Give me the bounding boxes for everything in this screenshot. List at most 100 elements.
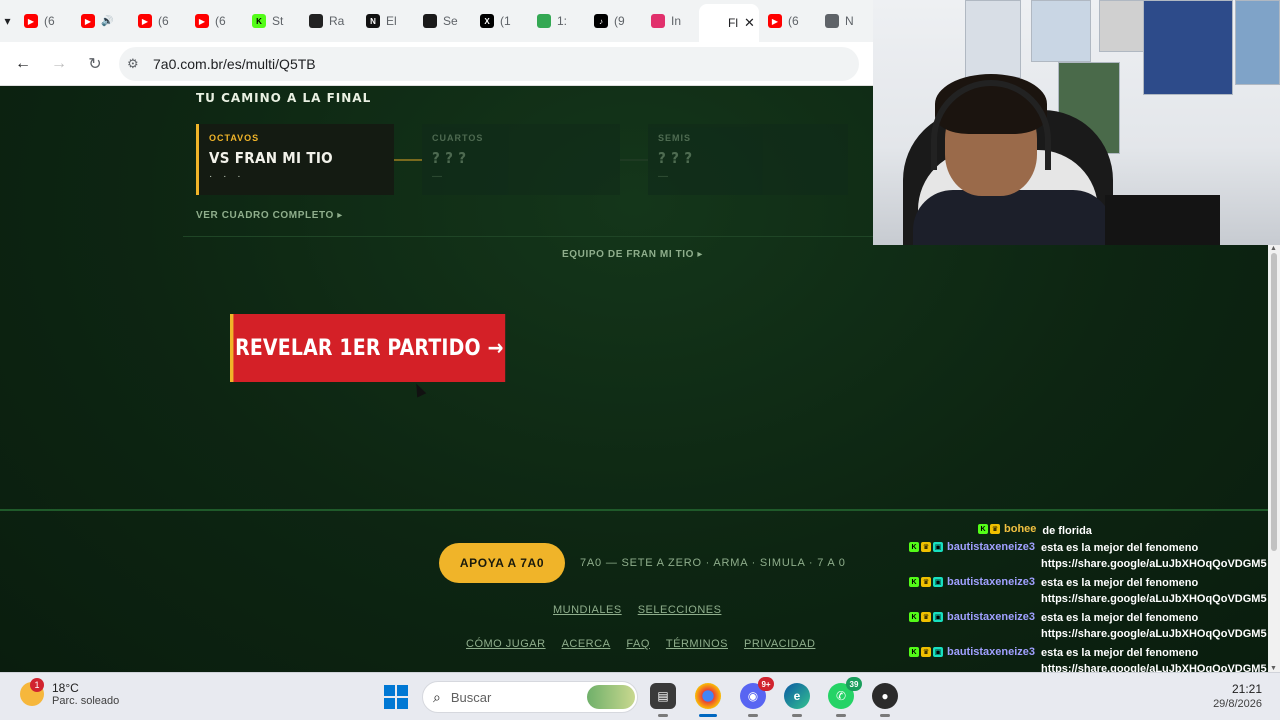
round-card-semis: SEMIS ? ? ? — <box>648 124 848 195</box>
footer-link-mundiales[interactable]: MUNDIALES <box>553 604 622 616</box>
reload-icon[interactable]: ↻ <box>77 46 113 82</box>
url-text[interactable]: 7a0.com.br/es/multi/Q5TB <box>153 56 316 72</box>
discord-badge: 9+ <box>758 677 774 691</box>
clock-date: 29/8/2026 <box>1213 698 1262 710</box>
browser-tab[interactable]: ▶ 🔊 <box>72 0 129 42</box>
file-explorer-icon[interactable]: ▤ <box>650 683 676 717</box>
tab-label: El <box>386 14 397 28</box>
chrome-icon[interactable] <box>695 683 721 717</box>
news-icon: N <box>366 14 380 28</box>
chat-text: de florida <box>1042 525 1092 537</box>
address-bar: ← → ↻ ⚙ 7a0.com.br/es/multi/Q5TB <box>0 42 873 86</box>
chat-text: esta es la mejor del fenomeno <box>1041 647 1199 659</box>
browser-tab[interactable]: Se <box>414 0 471 42</box>
chat-username: bautistaxeneize3 <box>947 576 1036 588</box>
chat-username: bautistaxeneize3 <box>947 541 1036 553</box>
windows-start-icon[interactable] <box>384 685 408 709</box>
support-button[interactable]: APOYA A 7A0 <box>439 543 565 583</box>
maps-pin-icon <box>537 14 551 28</box>
chat-text: esta es la mejor del fenomeno <box>1041 577 1199 589</box>
kick-icon: K <box>252 14 266 28</box>
scroll-down-icon[interactable]: ▼ <box>1270 665 1277 672</box>
site-info-icon[interactable]: ⚙ <box>127 56 147 72</box>
divider <box>183 236 873 237</box>
view-full-bracket-link[interactable]: VER CUADRO COMPLETO ▸ <box>196 210 343 221</box>
weather-notification-badge: 1 <box>30 678 44 692</box>
footer-link-como-jugar[interactable]: CÓMO JUGAR <box>466 638 546 650</box>
gift-badge-icon: ▣ <box>933 577 943 587</box>
footer-link-faq[interactable]: FAQ <box>626 638 650 650</box>
browser-tab[interactable]: K St <box>243 0 300 42</box>
chat-link: https://share.google/aLuJbXHOqQoVDGM5 <box>1041 593 1267 605</box>
obs-icon[interactable]: ● <box>872 683 898 717</box>
chat-link: https://share.google/aLuJbXHOqQoVDGM5 <box>1041 628 1267 640</box>
tab-label: (6 <box>788 14 799 28</box>
footer-link-selecciones[interactable]: SELECCIONES <box>638 604 722 616</box>
tab-label: (9 <box>614 14 625 28</box>
browser-tab[interactable]: Ra <box>300 0 357 42</box>
chat-username: bautistaxeneize3 <box>947 646 1036 658</box>
browser-tab[interactable]: ▶ (6 <box>759 0 816 42</box>
footer-link-acerca[interactable]: ACERCA <box>562 638 611 650</box>
footer-tagline: 7A0 — SETE A ZERO · ARMA · SIMULA · 7 A … <box>580 557 846 569</box>
search-icon: ⌕ <box>433 688 441 705</box>
gift-badge-icon: ▣ <box>933 612 943 622</box>
search-highlight-image <box>587 685 635 709</box>
tab-label: (6 <box>158 14 169 28</box>
chat-username: bohee <box>1004 523 1037 535</box>
page-scrollbar[interactable]: ▲ ▼ <box>1268 245 1280 672</box>
crown-badge-icon: ♛ <box>921 612 931 622</box>
round-opponent: ? ? ? <box>432 149 467 167</box>
discord-icon[interactable]: ◉ 9+ <box>740 677 774 717</box>
close-tab-icon[interactable]: ✕ <box>744 15 755 31</box>
chat-text: esta es la mejor del fenomeno <box>1041 542 1199 554</box>
round-label: SEMIS <box>658 133 692 143</box>
round-opponent: ? ? ? <box>658 149 693 167</box>
scroll-thumb[interactable] <box>1271 253 1277 551</box>
browser-tab[interactable]: ♪ (9 <box>585 0 642 42</box>
stream-chat: K ♛ bohee de florida K ♛ ▣ bautistaxeneize3… <box>900 520 1268 672</box>
browser-tab[interactable]: 1: <box>528 0 585 42</box>
round-status: · · · <box>209 171 245 182</box>
weather-widget[interactable]: 1 18°C Parc. soleado <box>20 678 119 707</box>
omnibox[interactable]: ⚙ 7a0.com.br/es/multi/Q5TB <box>119 46 859 81</box>
taskbar-search[interactable]: ⌕ Buscar <box>422 681 638 713</box>
reveal-first-match-button[interactable]: REVELAR 1ER PARTIDO → <box>230 314 506 382</box>
browser-tab[interactable]: X (1 <box>471 0 528 42</box>
kick-badge-icon: K <box>909 612 919 622</box>
browser-tab[interactable]: ▶ (6 <box>129 0 186 42</box>
system-clock[interactable]: 21:21 29/8/2026 <box>1198 682 1262 710</box>
speaker-icon[interactable]: 🔊 <box>101 16 113 27</box>
bracket-connector <box>394 158 422 161</box>
team-link[interactable]: EQUIPO DE FRAN MI TIO ▸ <box>562 249 703 260</box>
kick-badge-icon: K <box>909 577 919 587</box>
chat-message: K ♛ ▣ bautistaxeneize3 esta es la mejor de… <box>909 541 1267 573</box>
crown-badge-icon: ♛ <box>990 524 1000 534</box>
back-arrow-icon[interactable]: ← <box>5 46 41 82</box>
wall-poster <box>965 0 1021 78</box>
browser-tab[interactable]: N El <box>357 0 414 42</box>
tab-label: 1: <box>557 14 568 28</box>
browser-tab[interactable]: ▶ (6 <box>186 0 243 42</box>
scroll-up-icon[interactable]: ▲ <box>1270 245 1277 252</box>
tab-search-dropdown-icon[interactable]: ▾ <box>0 0 15 42</box>
browser-tab[interactable]: ▶ (6 <box>15 0 72 42</box>
browser-tab[interactable]: In <box>642 0 699 42</box>
tab-label: In <box>671 14 682 28</box>
browser-tab[interactable]: Fl ✕ <box>699 4 759 42</box>
youtube-icon: ▶ <box>768 14 782 28</box>
footer-link-privacidad[interactable]: PRIVACIDAD <box>744 638 815 650</box>
edge-icon[interactable]: e <box>784 683 810 717</box>
bracket-path: OCTAVOS VS FRAN MI TIO · · · CUARTOS ? ?… <box>196 124 848 195</box>
site-icon <box>708 16 722 30</box>
forward-arrow-icon[interactable]: → <box>41 46 77 82</box>
windows-taskbar: 1 18°C Parc. soleado ⌕ Buscar ▤ ◉ 9+ e ✆ 3… <box>0 672 1280 720</box>
round-card-octavos[interactable]: OCTAVOS VS FRAN MI TIO · · · <box>196 124 394 195</box>
tab-label: Fl <box>728 16 738 30</box>
wall-poster <box>1235 0 1280 85</box>
browser-tab[interactable]: N <box>816 0 873 42</box>
footer-link-terminos[interactable]: TÉRMINOS <box>666 638 728 650</box>
chat-text: esta es la mejor del fenomeno <box>1041 612 1199 624</box>
whatsapp-icon[interactable]: ✆ 39 <box>828 677 862 717</box>
tab-label: (1 <box>500 14 511 28</box>
